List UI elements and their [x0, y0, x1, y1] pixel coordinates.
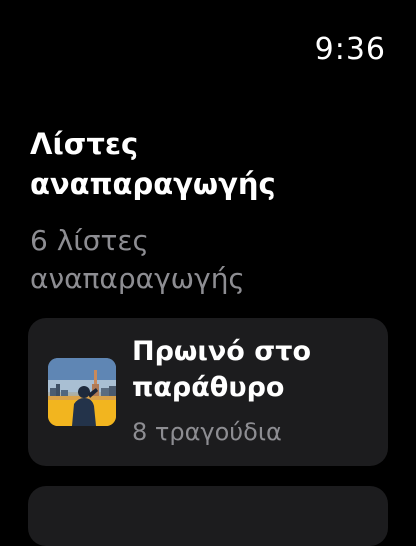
- status-time: 9:36: [314, 32, 386, 67]
- playlist-card[interactable]: Πρωινό στο παράθυρο 8 τραγούδια: [28, 318, 388, 466]
- playlist-title: Πρωινό στο παράθυρο: [132, 336, 312, 403]
- playlist-count-subtitle: 6 λίστες αναπαραγωγής: [30, 224, 245, 295]
- page-title: Λίστες αναπαραγωγής: [30, 127, 276, 201]
- playlist-artwork-icon: [48, 358, 116, 426]
- playlist-card-partial[interactable]: [28, 486, 388, 546]
- playlist-song-count: 8 τραγούδια: [132, 418, 282, 446]
